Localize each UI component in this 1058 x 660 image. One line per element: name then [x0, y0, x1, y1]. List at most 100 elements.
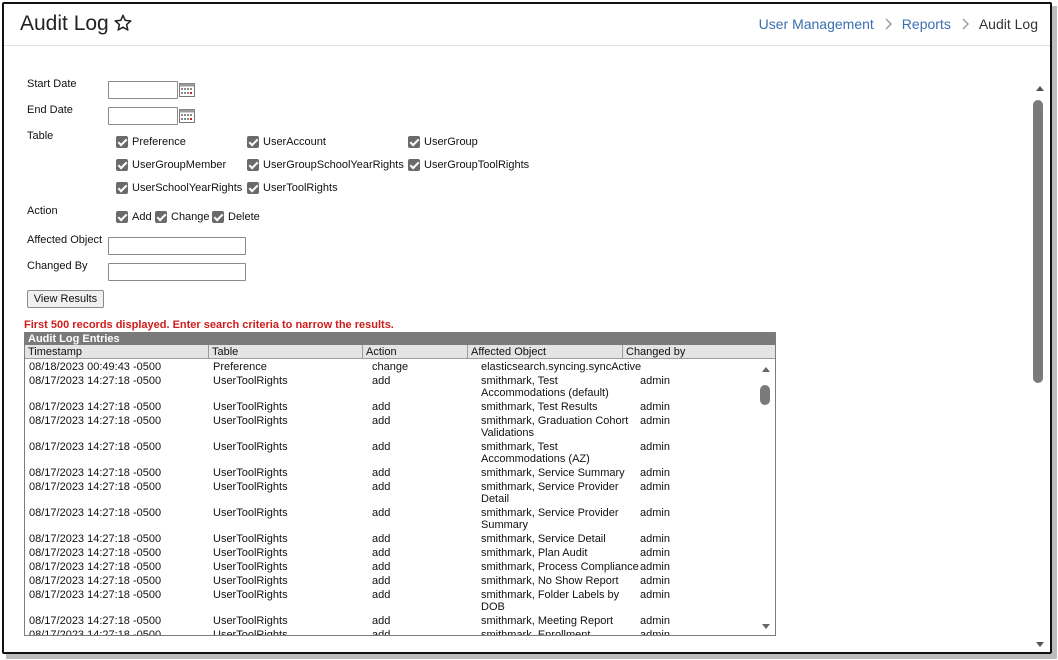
table-cell: add — [372, 375, 391, 387]
checkbox-checked-icon[interactable] — [116, 159, 128, 171]
start-date-label: Start Date — [27, 78, 77, 90]
table-row[interactable]: 08/17/2023 14:27:18 -0500 UserToolRights a… — [25, 481, 755, 507]
breadcrumb: User Management Reports Audit Log — [759, 16, 1038, 32]
audit-log-page: Audit Log User Management Reports Audit … — [2, 2, 1052, 654]
table-cell: admin — [640, 481, 670, 493]
checkbox-checked-icon[interactable] — [408, 136, 420, 148]
scroll-up-icon[interactable] — [761, 365, 771, 373]
table-cell: UserToolRights — [213, 375, 288, 387]
calendar-icon[interactable] — [179, 83, 195, 97]
chevron-right-icon — [885, 18, 892, 30]
breadcrumb-audit-log: Audit Log — [978, 16, 1038, 32]
table-cell: UserToolRights — [213, 561, 288, 573]
grid-scroll-thumb[interactable] — [760, 385, 770, 405]
end-date-input[interactable] — [108, 107, 178, 125]
table-checkbox-usertoolrights[interactable]: UserToolRights — [247, 182, 338, 194]
checkbox-checked-icon[interactable] — [116, 182, 128, 194]
checkbox-checked-icon[interactable] — [247, 159, 259, 171]
table-checkbox-preference[interactable]: Preference — [116, 136, 186, 148]
table-row[interactable]: 08/17/2023 14:27:18 -0500 UserToolRights a… — [25, 547, 755, 561]
table-row[interactable]: 08/17/2023 14:27:18 -0500 UserToolRights a… — [25, 467, 755, 481]
table-row[interactable]: 08/17/2023 14:27:18 -0500 UserToolRights a… — [25, 415, 755, 441]
table-cell: add — [372, 467, 391, 479]
table-row[interactable]: 08/18/2023 00:49:43 -0500 Preference chang… — [25, 361, 755, 375]
table-cell: UserToolRights — [213, 467, 288, 479]
table-label: Table — [27, 130, 54, 142]
table-cell: smithmark, Process Compliance — [481, 561, 639, 573]
table-cell: UserToolRights — [213, 589, 288, 601]
table-checkbox-usergrouptoolrights[interactable]: UserGroupToolRights — [408, 159, 529, 171]
checkbox-checked-icon[interactable] — [116, 211, 128, 223]
table-cell: smithmark, Test Accommodations (AZ) — [481, 441, 590, 465]
table-checkbox-usergroup[interactable]: UserGroup — [408, 136, 478, 148]
checkbox-checked-icon[interactable] — [247, 136, 259, 148]
calendar-icon[interactable] — [179, 109, 195, 123]
table-row[interactable]: 08/17/2023 14:27:18 -0500 UserToolRights a… — [25, 441, 755, 467]
view-results-button[interactable]: View Results — [27, 290, 104, 308]
table-cell: add — [372, 507, 391, 519]
table-cell: smithmark, Service Provider Summary — [481, 507, 619, 531]
table-cell: 08/17/2023 14:27:18 -0500 — [29, 589, 162, 601]
scroll-up-icon[interactable] — [1035, 84, 1045, 92]
checkbox-checked-icon[interactable] — [212, 211, 224, 223]
table-row[interactable]: 08/17/2023 14:27:18 -0500 UserToolRights a… — [25, 615, 755, 629]
table-row[interactable]: 08/17/2023 14:27:18 -0500 UserToolRights a… — [25, 507, 755, 533]
start-date-input[interactable] — [108, 81, 178, 99]
checkbox-checked-icon[interactable] — [408, 159, 420, 171]
table-cell: smithmark, Meeting Report — [481, 615, 614, 627]
column-header-changed-by[interactable]: Changed by — [623, 345, 775, 359]
table-cell: add — [372, 575, 391, 587]
table-cell: smithmark, Service Detail — [481, 533, 606, 545]
scroll-down-icon[interactable] — [761, 623, 771, 631]
breadcrumb-user-management[interactable]: User Management — [759, 16, 874, 32]
table-checkbox-usergroupmember[interactable]: UserGroupMember — [116, 159, 226, 171]
table-cell: add — [372, 615, 391, 627]
page-scroll-thumb[interactable] — [1033, 100, 1043, 383]
table-cell: 08/17/2023 14:27:18 -0500 — [29, 547, 162, 559]
table-cell: admin — [640, 507, 670, 519]
table-cell: admin — [640, 615, 670, 627]
checkbox-checked-icon[interactable] — [247, 182, 259, 194]
table-row[interactable]: 08/17/2023 14:27:18 -0500 UserToolRights a… — [25, 629, 755, 636]
table-cell: add — [372, 561, 391, 573]
table-row[interactable]: 08/17/2023 14:27:18 -0500 UserToolRights a… — [25, 375, 755, 401]
scroll-down-icon[interactable] — [1035, 641, 1045, 649]
table-cell: admin — [640, 441, 670, 453]
table-cell: admin — [640, 375, 670, 387]
column-header-action[interactable]: Action — [363, 345, 468, 359]
table-cell: smithmark, Service Provider Detail — [481, 481, 619, 505]
table-cell: admin — [640, 415, 670, 427]
table-row[interactable]: 08/17/2023 14:27:18 -0500 UserToolRights a… — [25, 533, 755, 547]
column-header-timestamp[interactable]: Timestamp — [25, 345, 209, 359]
table-row[interactable]: 08/17/2023 14:27:18 -0500 UserToolRights a… — [25, 589, 755, 615]
table-cell: 08/17/2023 14:27:18 -0500 — [29, 415, 162, 427]
table-cell: smithmark, Graduation Cohort Validations — [481, 415, 629, 439]
breadcrumb-reports[interactable]: Reports — [902, 16, 951, 32]
action-label: Action — [27, 205, 58, 217]
table-checkbox-useraccount[interactable]: UserAccount — [247, 136, 326, 148]
action-checkbox-add[interactable]: Add — [116, 211, 152, 223]
table-checkbox-userschoolyearrights[interactable]: UserSchoolYearRights — [116, 182, 242, 194]
affected-object-input[interactable] — [108, 237, 246, 255]
table-checkbox-usergroupschoolyearrights[interactable]: UserGroupSchoolYearRights — [247, 159, 404, 171]
favorite-star-icon[interactable] — [113, 13, 133, 33]
table-cell: admin — [640, 467, 670, 479]
table-cell: 08/17/2023 14:27:18 -0500 — [29, 575, 162, 587]
changed-by-input[interactable] — [108, 263, 246, 281]
table-cell: smithmark, Enrollment — [481, 629, 591, 636]
action-checkbox-delete[interactable]: Delete — [212, 211, 260, 223]
action-checkbox-change[interactable]: Change — [155, 211, 210, 223]
checkbox-checked-icon[interactable] — [155, 211, 167, 223]
table-row[interactable]: 08/17/2023 14:27:18 -0500 UserToolRights a… — [25, 575, 755, 589]
affected-object-label: Affected Object — [27, 234, 103, 246]
table-cell: 08/17/2023 14:27:18 -0500 — [29, 441, 162, 453]
table-cell: 08/17/2023 14:27:18 -0500 — [29, 533, 162, 545]
column-header-affected-object[interactable]: Affected Object — [468, 345, 623, 359]
chevron-right-icon — [962, 18, 969, 30]
checkbox-checked-icon[interactable] — [116, 136, 128, 148]
table-cell: admin — [640, 575, 670, 587]
table-row[interactable]: 08/17/2023 14:27:18 -0500 UserToolRights a… — [25, 401, 755, 415]
table-row[interactable]: 08/17/2023 14:27:18 -0500 UserToolRights a… — [25, 561, 755, 575]
column-header-table[interactable]: Table — [209, 345, 363, 359]
table-cell: add — [372, 415, 391, 427]
